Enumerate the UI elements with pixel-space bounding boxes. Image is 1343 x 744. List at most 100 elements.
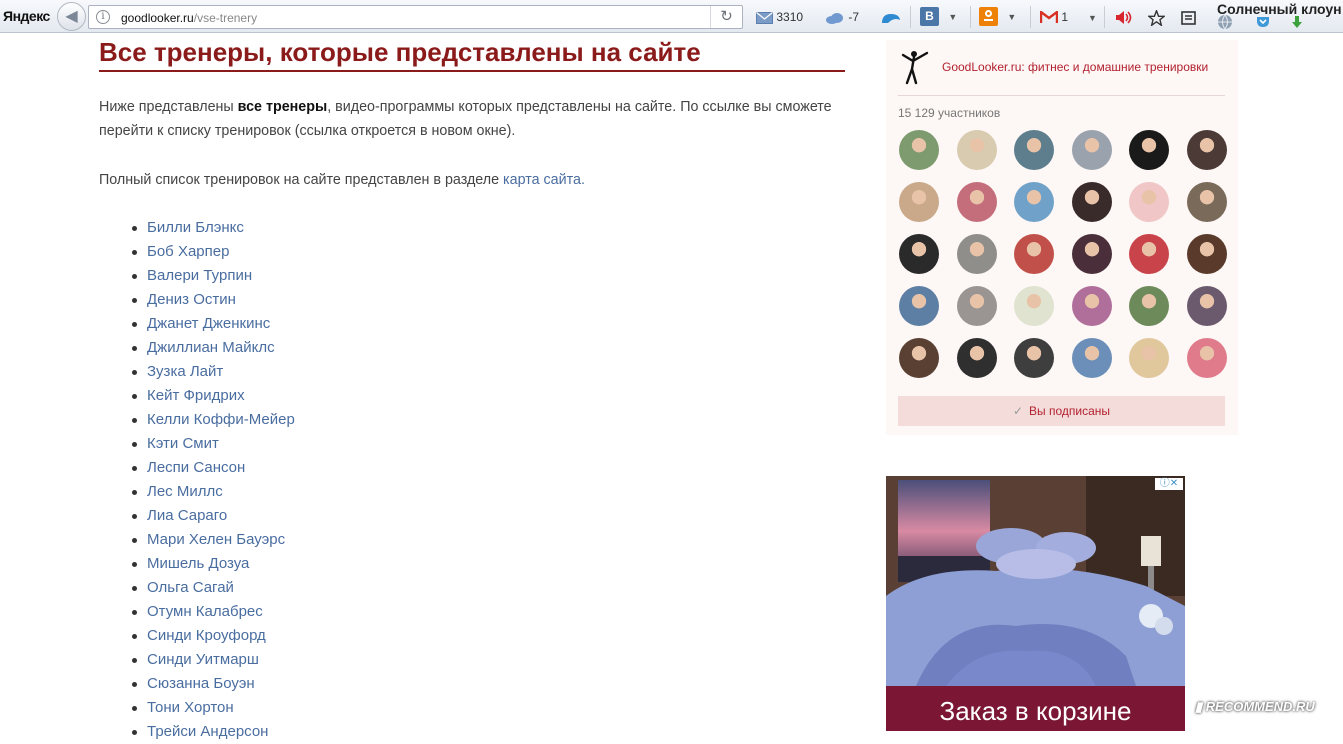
member-avatar[interactable]	[1186, 338, 1227, 378]
chevron-down-icon[interactable]: ▼	[1007, 12, 1016, 22]
weather-button[interactable]: -7	[825, 9, 859, 25]
community-title[interactable]: GoodLooker.ru: фитнес и домашние трениро…	[942, 60, 1227, 74]
member-avatar[interactable]	[1186, 286, 1227, 326]
mail-button[interactable]: 3310	[756, 9, 803, 25]
page-title: Все тренеры, которые представлены на сай…	[99, 37, 845, 72]
back-arrow-icon[interactable]: ◀	[57, 2, 86, 31]
member-avatar[interactable]	[1129, 286, 1169, 326]
member-avatar[interactable]	[956, 234, 997, 274]
watermark-text: RECOMMEND.RU	[1205, 699, 1315, 714]
ad-banner[interactable]: ⓘ✕ Заказ в корзине	[886, 476, 1185, 731]
star-icon	[1148, 9, 1165, 26]
trainer-link[interactable]: Леспи Сансон	[99, 456, 295, 480]
trainer-link[interactable]: Трейси Андерсон	[99, 720, 295, 744]
sitemap-link[interactable]: карта сайта	[503, 172, 581, 188]
trainer-link[interactable]: Кейт Фридрих	[99, 384, 295, 408]
weather-temp: -7	[848, 10, 860, 24]
ok-button[interactable]: ▼	[979, 7, 1016, 26]
member-avatar[interactable]	[956, 338, 997, 378]
intro-text: Ниже представлены	[99, 99, 238, 115]
odnoklassniki-icon	[979, 7, 998, 26]
watermark-logo-icon: ▮	[1195, 699, 1206, 714]
member-avatar[interactable]	[899, 182, 939, 222]
gmail-button[interactable]: 1	[1040, 9, 1068, 25]
address-bar[interactable]: i goodlooker.ru/vse-trenery ↻	[88, 5, 743, 29]
subscribed-label: Вы подписаны	[1029, 404, 1111, 418]
trainer-link[interactable]: Кэти Смит	[99, 432, 295, 456]
member-avatar[interactable]	[1186, 182, 1227, 222]
member-avatar[interactable]	[956, 182, 997, 222]
trainer-link[interactable]: Билли Блэнкс	[99, 216, 295, 240]
ad-headline[interactable]: Заказ в корзине	[886, 686, 1185, 731]
gmail-count: 1	[1061, 10, 1069, 24]
reload-icon[interactable]: ↻	[710, 6, 742, 28]
trainer-link[interactable]: Лес Миллс	[99, 480, 295, 504]
member-avatar[interactable]	[1014, 182, 1054, 222]
reading-list-button[interactable]	[1181, 9, 1196, 26]
member-avatar[interactable]	[1129, 182, 1169, 222]
member-avatar[interactable]	[1129, 338, 1169, 378]
cloud-icon	[826, 12, 843, 24]
trainer-link[interactable]: Мишель Дозуа	[99, 552, 295, 576]
browser-toolbar: Яндекс ◀ i goodlooker.ru/vse-trenery ↻ 3…	[0, 0, 1343, 33]
trainer-link[interactable]: Синди Кроуфорд	[99, 624, 295, 648]
member-avatar[interactable]	[1071, 130, 1112, 170]
fulllist-period: .	[580, 172, 585, 188]
info-icon[interactable]: i	[96, 10, 110, 24]
members-count[interactable]: 15 129 участников	[898, 106, 1000, 120]
toolbar-divider	[970, 6, 971, 28]
volume-button[interactable]	[1115, 9, 1133, 25]
watermark: ▮ RECOMMEND.RU	[1195, 699, 1315, 715]
chevron-down-icon[interactable]: ▼	[948, 12, 957, 22]
trainer-link[interactable]: Ольга Сагай	[99, 576, 295, 600]
trainers-list: Билли Блэнкс Боб Харпер Валери Турпин Дениз…	[99, 216, 295, 744]
trainer-link[interactable]: Тони Хортон	[99, 696, 295, 720]
url-text[interactable]: goodlooker.ru/vse-trenery	[121, 11, 257, 25]
member-avatar[interactable]	[1129, 130, 1169, 170]
member-avatar[interactable]	[1186, 130, 1227, 170]
toolbar-divider	[1030, 6, 1031, 28]
ad-choices-icon[interactable]: ⓘ✕	[1155, 478, 1183, 490]
member-avatar[interactable]	[1186, 234, 1227, 274]
member-avatar[interactable]	[899, 130, 939, 170]
member-avatar[interactable]	[899, 338, 939, 378]
member-avatar[interactable]	[1071, 234, 1112, 274]
user-name[interactable]: Солнечный клоун	[1217, 1, 1342, 17]
gymnast-logo-icon[interactable]	[900, 49, 930, 85]
member-avatar[interactable]	[899, 234, 939, 274]
trainer-link[interactable]: Келли Коффи-Мейер	[99, 408, 295, 432]
intro-paragraph: Ниже представлены все тренеры, видео-про…	[99, 95, 859, 143]
member-avatar[interactable]	[899, 286, 939, 326]
trainer-link[interactable]: Сюзанна Боуэн	[99, 672, 295, 696]
trainer-link[interactable]: Боб Харпер	[99, 240, 295, 264]
bookmark-button[interactable]	[1148, 9, 1165, 26]
mail-icon	[756, 11, 773, 24]
subscribed-button[interactable]: ✓ Вы подписаны	[898, 396, 1225, 426]
vk-icon: В	[920, 7, 939, 26]
trainer-link[interactable]: Зузка Лайт	[99, 360, 295, 384]
member-avatar[interactable]	[1014, 286, 1054, 326]
member-avatar[interactable]	[1014, 130, 1054, 170]
sync-button[interactable]	[880, 9, 902, 25]
member-avatar[interactable]	[1014, 338, 1054, 378]
member-avatar[interactable]	[1071, 182, 1112, 222]
trainer-link[interactable]: Отумн Калабрес	[99, 600, 295, 624]
trainer-link[interactable]: Джанет Дженкинс	[99, 312, 295, 336]
member-avatar[interactable]	[956, 286, 997, 326]
member-avatar[interactable]	[956, 130, 997, 170]
member-avatar[interactable]	[1071, 286, 1112, 326]
pocket-icon	[1257, 16, 1269, 27]
url-domain: goodlooker.ru	[121, 11, 194, 25]
yandex-brand[interactable]: Яндекс	[3, 8, 50, 24]
trainer-link[interactable]: Дениз Остин	[99, 288, 295, 312]
trainer-link[interactable]: Валери Турпин	[99, 264, 295, 288]
trainer-link[interactable]: Синди Уитмарш	[99, 648, 295, 672]
trainer-link[interactable]: Лиа Сараго	[99, 504, 295, 528]
gmail-dropdown[interactable]: ▼	[1088, 9, 1097, 25]
member-avatar[interactable]	[1014, 234, 1054, 274]
member-avatar[interactable]	[1129, 234, 1169, 274]
trainer-link[interactable]: Джиллиан Майклс	[99, 336, 295, 360]
vk-button[interactable]: В ▼	[920, 7, 957, 26]
member-avatar[interactable]	[1071, 338, 1112, 378]
trainer-link[interactable]: Мари Хелен Бауэрс	[99, 528, 295, 552]
